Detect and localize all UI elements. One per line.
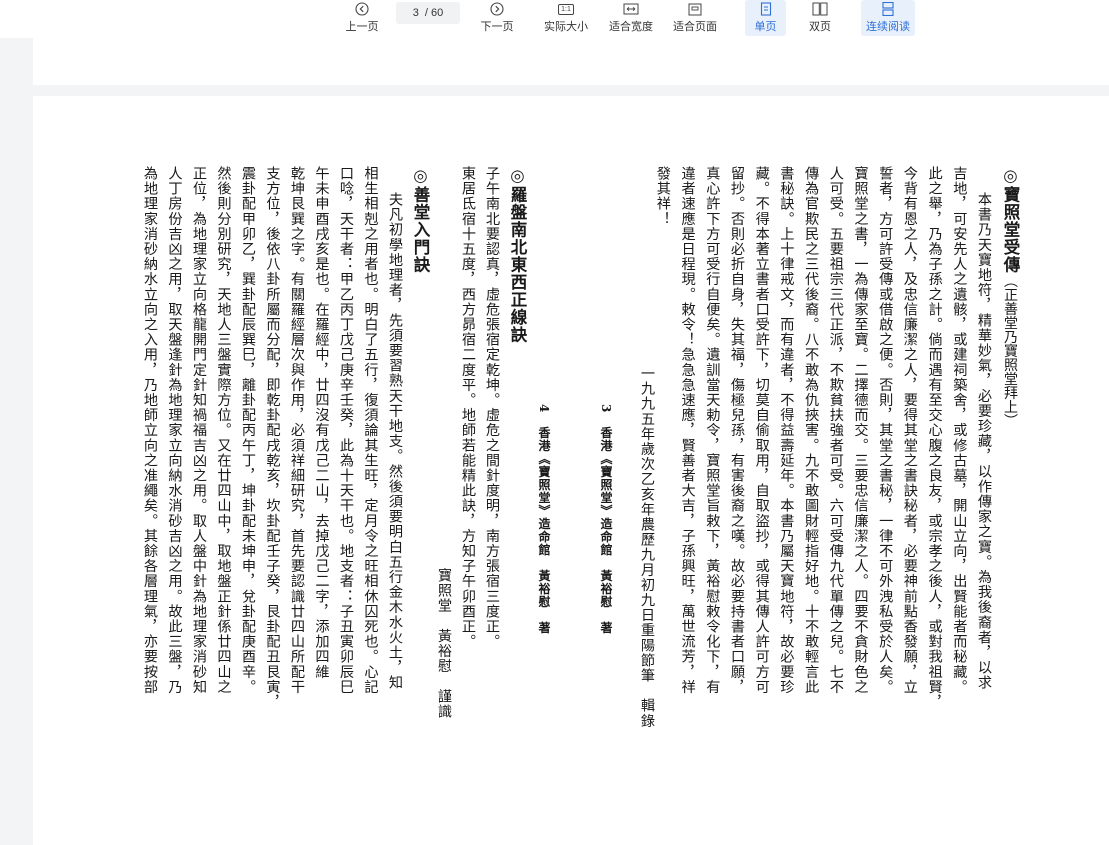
note-3: 3 香港《寶照堂》造命館 黃裕慰 著	[599, 404, 613, 635]
double-page-icon	[812, 1, 828, 17]
prev-page-button[interactable]: 上一页	[342, 0, 382, 36]
section-title-baozhaotang: ◎寶照堂受傳（正善堂乃寶照堂拜上）	[999, 166, 1021, 428]
text-column: 乾坤艮巽之字。有關羅經層次與作用，必須祥細研究，首先要認識廿四山所配干	[289, 166, 305, 695]
text-column: 正位，為地理家立向格龍開門定針知禍福吉凶之用。取人盤中針為地理家消砂知	[191, 166, 207, 695]
text-column: 相生相剋之用者也。明白了五行，復須論其生旺，定月令之旺相休囚死也。心記	[362, 166, 379, 695]
text-column: 留抄。否則必折自身，失其福，傷極兒孫，有害後裔之嘆。故必要持書者口願，	[729, 166, 745, 695]
text-column: 支方位，後依八卦所屬而分配，即乾卦配戌乾亥，坎卦配壬子癸，艮卦配丑艮寅，	[264, 166, 281, 710]
document-page: ◎寶照堂受傳（正善堂乃寶照堂拜上） 本書乃天寶地符，精華妙氣，必要珍藏，以作傳家…	[33, 96, 1109, 845]
section1-title: ◎寶照堂受傳	[1001, 166, 1020, 274]
text-column: 傳為官欺民之三代後裔。八不敢為仇挾害。九不敢圖財輕指好地。十不敢輕言此	[803, 166, 820, 695]
text-column: 書秘訣。上十律戒文，而有違者，不得益壽延年。本書乃屬天寶地符，故必要珍	[778, 166, 795, 695]
section2-title: ◎羅盤南北東西正線訣	[508, 166, 527, 344]
fit-width-button[interactable]: 适合宽度	[606, 0, 656, 36]
text-column: 誓者，方可許受傳或借啟之便。否則，其堂之書秘，一律不可外洩私受於人矣。	[877, 166, 894, 695]
actual-size-icon: 1:1	[558, 1, 574, 17]
single-page-icon	[760, 1, 772, 17]
text-column: 今背有恩之人，及忠信廉潔之人，要得其堂之書訣秘者，必要神前點香發願，立	[901, 166, 918, 695]
fit-page-icon	[688, 1, 702, 17]
signature-line: 寶照堂 黃裕慰 謹識	[436, 568, 452, 719]
single-page-button[interactable]: 单页	[745, 0, 786, 36]
double-page-label: 双页	[809, 21, 831, 33]
single-page-label: 单页	[754, 21, 777, 33]
text-column: 發其祥！	[654, 166, 671, 227]
continuous-reading-label: 连续阅读	[866, 21, 910, 33]
chevron-left-icon	[355, 1, 369, 17]
text-column: 寶照堂之書，一為傳家至寶。二擇德而交。三要忠信廉潔之人。四要不貪財色之	[852, 166, 869, 695]
text-column: 夫凡初學地理者，先須要習熟天干地支。然後須要明白五行金木水火土，知	[387, 192, 403, 691]
text-column: 口唸，天干者：甲乙丙丁戊己庚辛壬癸，此為十天干也。地支者：子丑寅卯辰巳	[338, 166, 354, 695]
prev-page-label: 上一页	[345, 21, 379, 33]
text-column: 震卦配甲卯乙，巽卦配辰巽巳，離卦配丙午丁，坤卦配未坤申，兌卦配庚酉辛。	[240, 166, 256, 695]
continuous-reading-button[interactable]: 连续阅读	[861, 0, 915, 36]
fit-width-label: 适合宽度	[609, 21, 653, 33]
fit-page-label: 适合页面	[673, 21, 717, 33]
text-column: 人可受。五要祖宗三代正派，不欺貧扶強者可受。六可受傳九代單傳之兒。七不	[827, 166, 844, 695]
text-column: 為地理家消砂納水立向之入用，乃地師立向之准繩矣。其餘各層理氣，亦要按部	[142, 166, 158, 695]
text-column: 吉地，可安先人之遺骸，或建祠築舍，或修古墓，開山立向，出賢能者而秘藏。	[951, 166, 968, 695]
actual-size-button[interactable]: 1:1 实际大小	[541, 0, 591, 36]
actual-size-label: 实际大小	[544, 21, 588, 33]
fit-page-button[interactable]: 适合页面	[670, 0, 720, 36]
viewer-toolbar: 上一页 3 / 60 下一页 1:1 实际大小 适合宽度 适合页面 单页 双页 …	[0, 0, 1109, 38]
text-column: 人丁房份吉凶之用，取天盤逢針為地理家立向納水消砂吉凶之用。故此三盤，乃	[166, 166, 183, 695]
section3-title: ◎善堂入門訣	[411, 166, 430, 274]
date-line: 一九九五年歲次乙亥年農歷九月初九日重陽節筆 輯錄	[639, 366, 655, 729]
next-page-label: 下一页	[480, 21, 514, 33]
text-column: 午未申酉戌亥是也。在羅經中，廿四沒有戊己二山，去掉戊己二字，添加四維	[313, 166, 330, 680]
chevron-right-icon	[490, 1, 504, 17]
text-column: 藏。不得本著立書者口受許下，切莫自偷取用，自取盜抄，或得其傳人許可方可	[753, 166, 770, 695]
page-total: / 60	[424, 7, 444, 19]
text-column: 此之舉，乃為子孫之計。倘而遇有至交心腹之良友，或宗孝之後人，或對我祖賢，	[926, 166, 943, 710]
note-4: 4 香港《寶照堂》造命館 黃裕慰 著	[537, 404, 551, 635]
double-page-button[interactable]: 双页	[800, 0, 840, 36]
text-column: 子午南北要認真，虛危張宿定乾坤。虛危之間針度明，南方張宿三度正。	[484, 166, 500, 650]
previous-page-bottom	[33, 38, 1109, 85]
actual-size-icon-text: 1:1	[558, 3, 574, 15]
text-column: 真心許下方可受行自便矣。遺訓當天勅令，寶照堂旨敕下，黃裕慰敕令化下，有	[704, 166, 721, 695]
page-indicator[interactable]: 3 / 60	[396, 2, 460, 24]
page-current[interactable]: 3	[413, 7, 419, 19]
text-column: 本書乃天寶地符，精華妙氣，必要珍藏，以作傳家之寶。為我後裔者，以求	[976, 192, 992, 691]
fit-width-icon	[623, 1, 639, 17]
text-column: 然後則分別研究，天地人三盤實際方位。又在廿四山中，取地盤正針係廿四山之	[215, 166, 232, 695]
next-page-button[interactable]: 下一页	[477, 0, 517, 36]
text-column: 違者速應是日程現。敕令！急急急速應，賢善者大吉，子孫興旺，萬世流芳，祥	[679, 166, 696, 695]
section1-subtitle: （正善堂乃寶照堂拜上）	[1002, 273, 1018, 428]
text-column: 東居氐宿十五度，西方昴宿二度平。地師若能精此訣，方知子午卯酉正。	[460, 166, 476, 650]
continuous-reading-icon	[881, 1, 895, 17]
